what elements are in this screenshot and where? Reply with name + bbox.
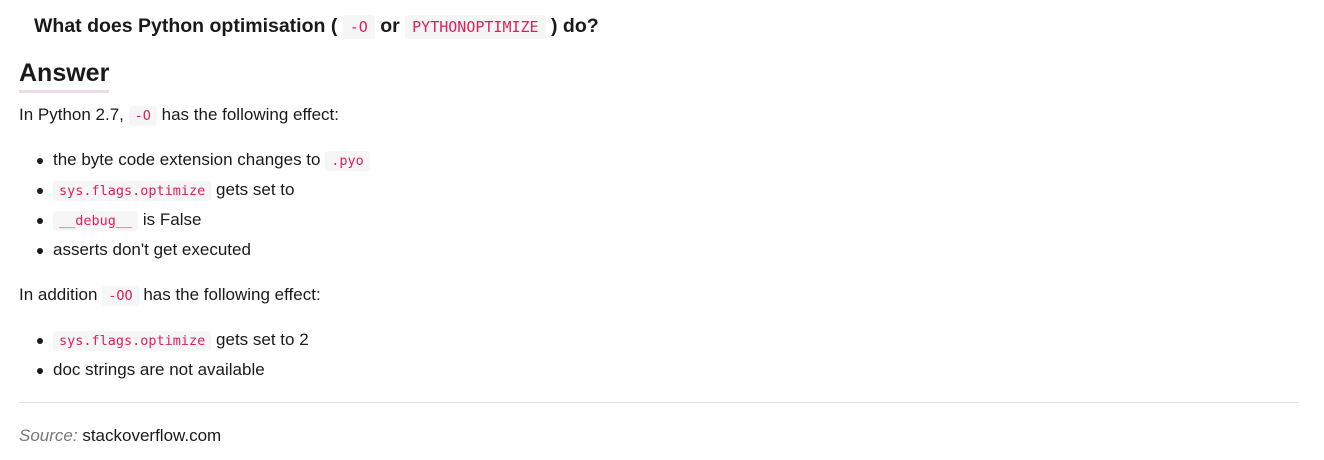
source-label: Source: — [19, 426, 78, 445]
list-item: the byte code extension changes to .pyo — [20, 145, 370, 175]
question-code-env-var: PYTHONOPTIMIZE — [405, 15, 546, 39]
intro-text-end: has the following effect: — [161, 105, 339, 124]
list-item: asserts don't get executed — [20, 235, 370, 265]
list-item-code: .pyo — [325, 151, 370, 171]
list-item: sys.flags.optimize gets set to 2 — [20, 325, 309, 355]
question-title: What does Python optimisation ( -O or PY… — [34, 12, 599, 41]
list-item-text: gets set to — [216, 180, 295, 199]
addition-text-start: In addition — [19, 285, 98, 304]
divider — [19, 402, 1299, 403]
bullet-icon — [37, 247, 43, 254]
list-item-text: is False — [142, 210, 202, 229]
list-item: __debug__ is False — [20, 205, 370, 235]
answer-intro: In Python 2.7, -O has the following effe… — [19, 103, 339, 128]
bullet-icon — [37, 337, 43, 344]
list-item: doc strings are not available — [20, 355, 309, 385]
answer-heading: Answer — [19, 57, 110, 93]
source-line: Source: stackoverflow.com — [19, 424, 221, 448]
addition-code-OO-flag: -OO — [102, 286, 139, 306]
bullet-icon — [37, 157, 43, 164]
list-item: sys.flags.optimize gets set to — [20, 175, 370, 205]
list-item-text: asserts don't get executed — [53, 240, 251, 259]
list-item-text: gets set to 2 — [216, 330, 309, 349]
bullet-icon — [37, 367, 43, 374]
source-site: stackoverflow.com — [82, 426, 222, 445]
question-text-or: or — [380, 15, 400, 37]
answer-addition: In addition -OO has the following effect… — [19, 283, 321, 308]
bullet-icon — [37, 187, 43, 194]
intro-text-start: In Python 2.7, — [19, 105, 124, 124]
question-text-start: What does Python optimisation ( — [34, 15, 338, 37]
list-item-code: sys.flags.optimize — [53, 181, 212, 201]
question-text-end: ) do? — [551, 15, 599, 37]
effects-OO-list: sys.flags.optimize gets set to 2 doc str… — [20, 325, 309, 385]
list-item-text: doc strings are not available — [53, 360, 265, 379]
effects-O-list: the byte code extension changes to .pyo … — [20, 145, 370, 265]
intro-code-O-flag: -O — [128, 106, 157, 126]
addition-text-end: has the following effect: — [143, 285, 321, 304]
bullet-icon — [37, 217, 43, 224]
list-item-code: __debug__ — [53, 211, 139, 231]
question-code-O-flag: -O — [342, 15, 375, 39]
list-item-text: the byte code extension changes to — [53, 150, 321, 169]
list-item-code: sys.flags.optimize — [53, 331, 212, 351]
